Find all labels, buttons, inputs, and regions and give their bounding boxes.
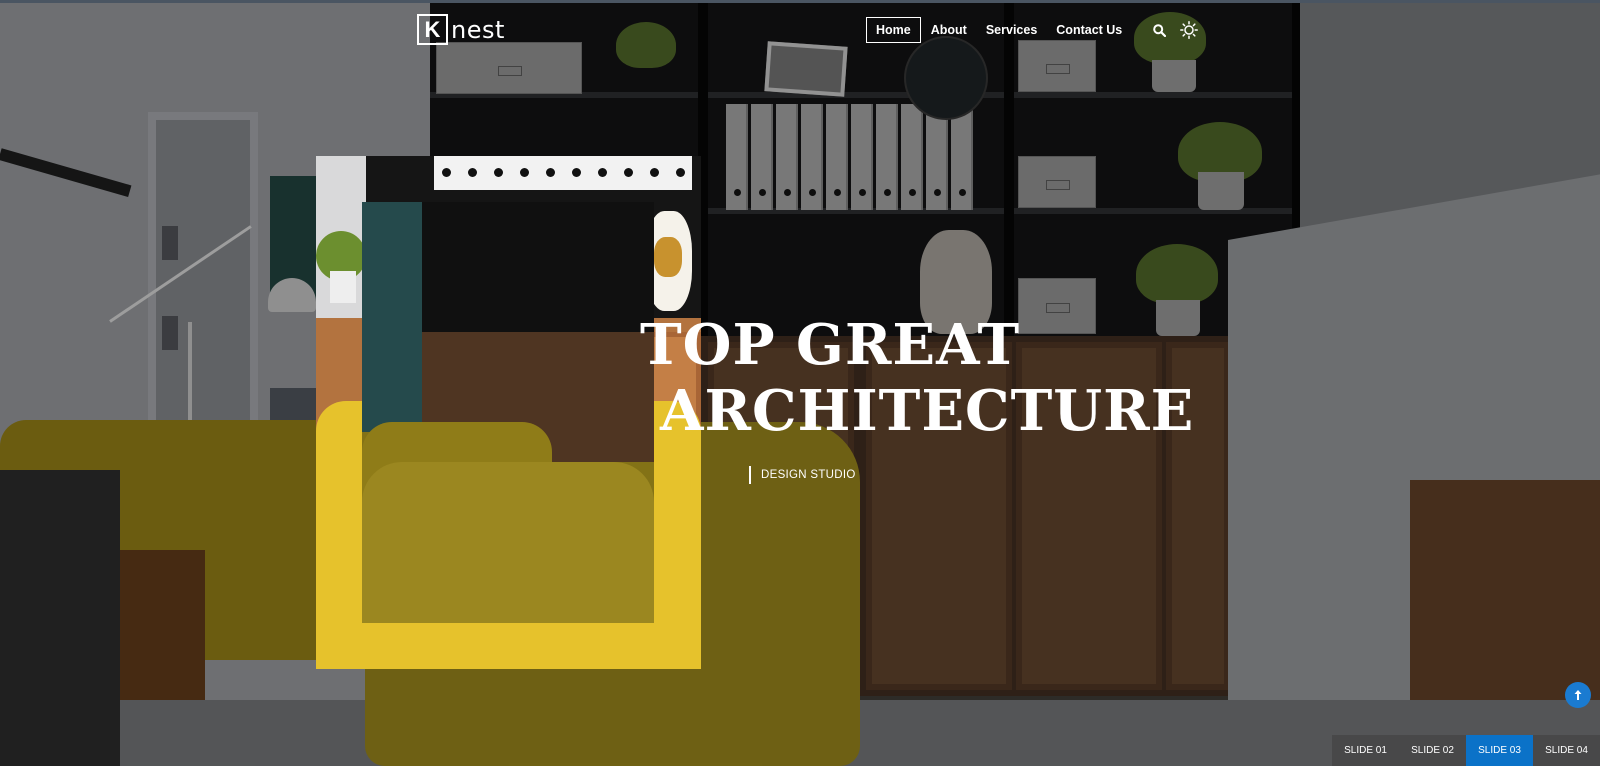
slide-tab-04[interactable]: SLIDE 04 bbox=[1533, 735, 1600, 766]
search-button[interactable] bbox=[1144, 18, 1174, 42]
search-icon bbox=[1152, 23, 1166, 37]
slide-tab-01[interactable]: SLIDE 01 bbox=[1332, 735, 1399, 766]
sun-icon bbox=[1180, 21, 1199, 39]
slide-tab-02[interactable]: SLIDE 02 bbox=[1399, 735, 1466, 766]
arrow-up-icon bbox=[1574, 690, 1582, 700]
top-border bbox=[0, 0, 1600, 3]
logo-text: nest bbox=[451, 15, 505, 44]
hero-subtitle: DESIGN STUDIO bbox=[749, 466, 856, 484]
highlight-frame-inner bbox=[362, 202, 654, 623]
slide-tab-03[interactable]: SLIDE 03 bbox=[1466, 735, 1533, 766]
brand-logo[interactable]: K nest bbox=[417, 14, 505, 45]
nav-about[interactable]: About bbox=[922, 18, 976, 42]
slide-tabs: SLIDE 01 SLIDE 02 SLIDE 03 SLIDE 04 bbox=[1332, 735, 1600, 766]
nav-home[interactable]: Home bbox=[866, 17, 921, 43]
scroll-to-top-button[interactable] bbox=[1565, 682, 1591, 708]
nav-services[interactable]: Services bbox=[977, 18, 1046, 42]
theme-toggle-button[interactable] bbox=[1174, 18, 1204, 42]
hero-title-line2: ARCHITECTURE bbox=[660, 378, 1195, 444]
nav-contact-us[interactable]: Contact Us bbox=[1047, 18, 1131, 42]
logo-mark: K bbox=[417, 14, 448, 45]
hero-title-line1: TOP GREAT bbox=[640, 312, 1021, 378]
main-navigation: Home About Services Contact Us bbox=[866, 17, 1204, 43]
